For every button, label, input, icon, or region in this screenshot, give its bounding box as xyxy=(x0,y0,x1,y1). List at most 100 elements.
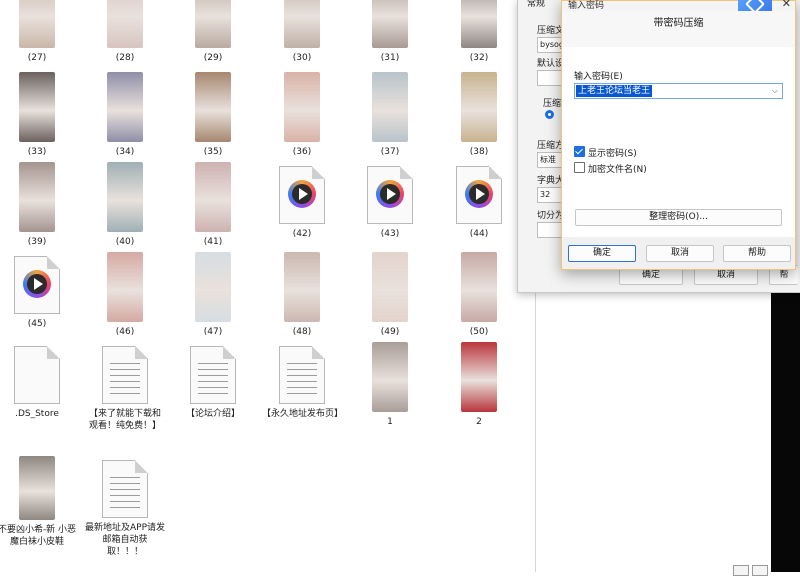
document-file-item[interactable]: 【论坛介绍】 xyxy=(173,342,253,420)
image-file-item[interactable]: (32) xyxy=(439,0,519,64)
image-file-item[interactable]: (31) xyxy=(350,0,430,64)
image-file-item[interactable]: (36) xyxy=(262,72,342,158)
file-name-label: (31) xyxy=(380,53,400,63)
image-thumbnail xyxy=(19,72,55,142)
file-name-label: 不要凶小希-新 小恶魔白袜小皮鞋 xyxy=(0,525,77,547)
file-name-label: 1 xyxy=(387,417,393,427)
show-password-checkbox[interactable]: 显示密码(S) xyxy=(574,146,637,159)
image-file-item[interactable]: (38) xyxy=(439,72,519,158)
file-name-label: (45) xyxy=(27,319,47,329)
taskbar-indicator[interactable] xyxy=(733,565,749,576)
file-name-label: (37) xyxy=(380,147,400,157)
image-file-item[interactable]: (27) xyxy=(0,0,77,64)
image-file-item[interactable]: (47) xyxy=(173,252,253,338)
image-thumbnail xyxy=(284,0,320,48)
file-name-label: (33) xyxy=(27,147,47,157)
image-file-item[interactable]: (37) xyxy=(350,72,430,158)
text-document-icon xyxy=(102,460,148,518)
file-name-label: (41) xyxy=(203,237,223,247)
chevron-down-icon[interactable]: ⌵ xyxy=(772,86,778,96)
file-name-label: (40) xyxy=(115,237,135,247)
close-icon[interactable]: ✕ xyxy=(782,0,791,10)
file-name-label: (44) xyxy=(469,229,489,239)
image-thumbnail xyxy=(107,162,143,232)
archive-name-label: 压缩文 xyxy=(537,26,565,36)
file-name-label: (35) xyxy=(203,147,223,157)
image-thumbnail xyxy=(107,0,143,48)
image-file-item[interactable]: (41) xyxy=(173,162,253,248)
video-file-item[interactable]: (44) xyxy=(439,162,519,240)
image-file-item[interactable]: (48) xyxy=(262,252,342,338)
image-thumbnail xyxy=(195,0,231,48)
file-name-label: (39) xyxy=(27,237,47,247)
file-name-label: 2 xyxy=(476,417,482,427)
image-file-item[interactable]: (34) xyxy=(85,72,165,158)
file-name-label: 最新地址及APP请发邮箱自动获取！！！ xyxy=(85,523,166,557)
dialog-title: 输入密码 xyxy=(568,1,605,11)
file-name-label: 【来了就能下载和观看！纯免费！】 xyxy=(88,409,161,431)
file-name-label: 【论坛介绍】 xyxy=(185,409,240,419)
document-file-item[interactable]: 【永久地址发布页】 xyxy=(262,342,343,420)
play-icon xyxy=(465,180,493,208)
cancel-button[interactable]: 取消 xyxy=(646,245,714,262)
image-thumbnail xyxy=(195,252,231,322)
image-thumbnail xyxy=(284,252,320,322)
video-file-icon xyxy=(279,166,325,224)
encrypt-filenames-checkbox[interactable]: 加密文件名(N) xyxy=(574,162,647,175)
image-thumbnail xyxy=(19,162,55,232)
file-name-label: (50) xyxy=(469,327,489,337)
ok-button[interactable]: 确定 xyxy=(568,245,636,262)
image-thumbnail xyxy=(372,72,408,142)
taskbar-indicator-2[interactable] xyxy=(752,565,768,576)
encrypt-filenames-label: 加密文件名(N) xyxy=(588,165,647,175)
image-thumbnail xyxy=(372,252,408,322)
image-file-item[interactable]: (49) xyxy=(350,252,430,338)
dictionary-label: 字典大 xyxy=(537,176,565,186)
file-name-label: (29) xyxy=(203,53,223,63)
password-value: 上老王论坛当老王 xyxy=(576,85,653,97)
document-file-item[interactable]: .DS_Store xyxy=(0,342,77,420)
image-thumbnail xyxy=(107,252,143,322)
password-input[interactable]: 上老王论坛当老王 ⌵ xyxy=(574,83,783,99)
document-file-item[interactable]: 【来了就能下载和观看！纯免费！】 xyxy=(85,342,165,432)
split-label: 切分为 xyxy=(537,211,565,221)
video-file-item[interactable]: (45) xyxy=(0,252,77,330)
play-icon xyxy=(376,180,404,208)
file-name-label: (43) xyxy=(380,229,400,239)
image-file-item[interactable]: (28) xyxy=(85,0,165,64)
file-name-label: (36) xyxy=(292,147,312,157)
checkbox-unchecked-icon xyxy=(574,162,585,173)
image-file-item[interactable]: (33) xyxy=(0,72,77,158)
image-thumbnail xyxy=(461,72,497,142)
tab-general[interactable]: 常规 xyxy=(527,0,545,9)
image-thumbnail xyxy=(19,456,55,520)
file-name-label: (46) xyxy=(115,327,135,337)
image-file-item[interactable]: (50) xyxy=(439,252,519,338)
default-profile-label: 默认设 xyxy=(537,59,565,69)
image-file-item[interactable]: (30) xyxy=(262,0,342,64)
image-file-item[interactable]: (46) xyxy=(85,252,165,338)
image-file-item[interactable]: (35) xyxy=(173,72,253,158)
video-file-item[interactable]: (43) xyxy=(350,162,430,240)
format-radio[interactable] xyxy=(545,110,554,119)
image-file-item[interactable]: 2 xyxy=(439,342,519,428)
method-label: 压缩方 xyxy=(537,141,565,151)
document-file-item[interactable]: 最新地址及APP请发邮箱自动获取！！！ xyxy=(85,456,165,558)
organize-passwords-button[interactable]: 整理密码(O)... xyxy=(575,209,782,226)
image-file-item[interactable]: (40) xyxy=(85,162,165,248)
image-file-item[interactable]: 1 xyxy=(350,342,430,428)
file-name-label: (49) xyxy=(380,327,400,337)
image-thumbnail xyxy=(461,0,497,48)
text-document-icon xyxy=(190,346,236,404)
image-file-item[interactable]: (39) xyxy=(0,162,77,248)
help-button[interactable]: 帮助 xyxy=(723,245,791,262)
video-file-item[interactable]: (42) xyxy=(262,162,342,240)
image-thumbnail xyxy=(461,342,497,412)
image-file-item[interactable]: 不要凶小希-新 小恶魔白袜小皮鞋 xyxy=(0,456,77,548)
image-file-item[interactable]: (29) xyxy=(173,0,253,64)
file-name-label: (32) xyxy=(469,53,489,63)
play-icon xyxy=(288,180,316,208)
image-thumbnail xyxy=(195,72,231,142)
file-name-label: (47) xyxy=(203,327,223,337)
text-document-icon xyxy=(279,346,325,404)
